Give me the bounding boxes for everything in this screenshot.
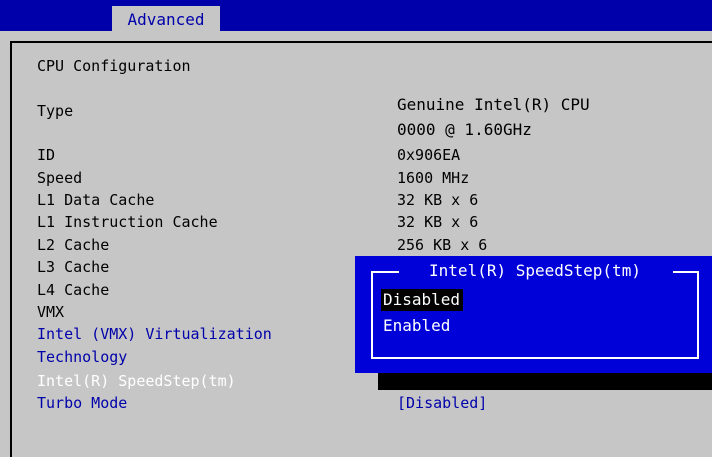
row-label-l1-data-cache: L1 Data Cache xyxy=(37,191,155,209)
setting-virtualization-line2[interactable]: Technology xyxy=(37,348,127,366)
speedstep-popup[interactable]: Intel(R) SpeedStep(tm) Disabled Enabled xyxy=(355,256,712,373)
row-label-vmx: VMX xyxy=(37,303,65,321)
row-value-type-line2: 0000 @ 1.60GHz xyxy=(397,120,532,139)
setting-speedstep-label[interactable]: Intel(R) SpeedStep(tm) xyxy=(37,372,236,390)
popup-title: Intel(R) SpeedStep(tm) xyxy=(429,261,641,280)
tab-advanced[interactable]: Advanced xyxy=(112,6,220,31)
speedstep-value-highlight[interactable] xyxy=(378,373,712,390)
popup-option-disabled[interactable]: Disabled xyxy=(381,289,464,311)
row-label-speed: Speed xyxy=(37,169,83,187)
row-value-l2-cache: 256 KB x 6 xyxy=(397,236,488,254)
section-title: CPU Configuration xyxy=(37,57,191,75)
row-label-type: Type xyxy=(37,102,74,120)
row-value-l1-data-cache: 32 KB x 6 xyxy=(397,191,479,209)
row-label-l1-instruction-cache: L1 Instruction Cache xyxy=(37,213,218,231)
row-value-l1-instruction-cache: 32 KB x 6 xyxy=(397,213,479,231)
popup-frame-top-right xyxy=(673,271,699,273)
top-menu-bar: Advanced xyxy=(0,0,712,31)
row-label-l2-cache: L2 Cache xyxy=(37,236,110,254)
row-label-id: ID xyxy=(37,146,56,164)
row-label-l3-cache: L3 Cache xyxy=(37,258,110,276)
popup-option-enabled[interactable]: Enabled xyxy=(381,315,453,337)
popup-frame-top-left xyxy=(371,271,399,273)
row-label-l4-cache: L4 Cache xyxy=(37,281,110,299)
setting-virtualization-line1[interactable]: Intel (VMX) Virtualization xyxy=(37,325,272,343)
setting-turbo-mode-label[interactable]: Turbo Mode xyxy=(37,394,127,412)
row-value-id: 0x906EA xyxy=(397,146,461,164)
row-value-speed: 1600 MHz xyxy=(397,169,470,187)
row-value-type-line1: Genuine Intel(R) CPU xyxy=(397,95,590,114)
setting-turbo-mode-value[interactable]: [Disabled] xyxy=(397,394,487,412)
